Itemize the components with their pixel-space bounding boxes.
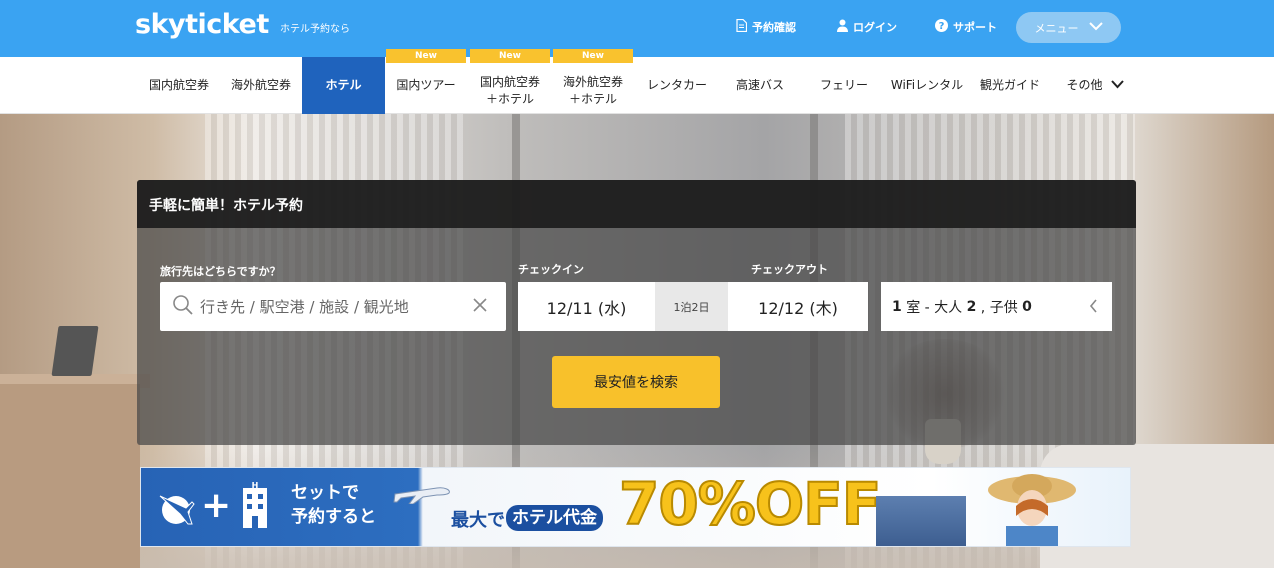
nav-label: ＋ホテル [485, 91, 534, 106]
svg-text:?: ? [939, 21, 945, 32]
reservation-check-label: 予約確認 [752, 21, 796, 34]
nav-guide[interactable]: 観光ガイド [970, 57, 1050, 114]
nav-label: 観光ガイド [979, 78, 1040, 92]
menu-label: メニュー [1034, 21, 1079, 35]
hotel-search-panel: 手軽に簡単！ホテル予約 旅行先はどちらですか？ チェックイン 12/11 (水)… [137, 180, 1136, 445]
rooms-count: 1 [892, 298, 902, 315]
checkin-label: チェックイン [518, 263, 584, 276]
login-link[interactable]: ログイン [837, 19, 897, 35]
children-label: , 子供 [976, 299, 1023, 316]
new-badge: New [470, 49, 550, 63]
support-link[interactable]: ? サポート [935, 19, 997, 35]
chevron-left-icon [1089, 299, 1098, 317]
search-icon [172, 294, 194, 320]
laptop-image [51, 326, 99, 376]
search-panel-header: 手軽に簡単！ホテル予約 [137, 180, 1136, 228]
user-icon [837, 19, 848, 35]
banner-line: 予約すると [291, 507, 376, 527]
nav-highway-bus[interactable]: 高速バス [720, 57, 800, 114]
reservation-check-link[interactable]: 予約確認 [736, 18, 796, 35]
nav-domestic-tour[interactable]: New 国内ツアー [386, 49, 466, 114]
nav-ferry[interactable]: フェリー [804, 57, 884, 114]
banner-building-image [876, 496, 966, 546]
banner-plus: + [201, 485, 232, 526]
destination-label: 旅行先はどちらですか？ [160, 265, 281, 278]
nav-label: レンタカー [646, 78, 707, 92]
nav-wifi[interactable]: WiFiレンタル [887, 57, 967, 114]
nav-label: 国内航空券 [148, 78, 209, 92]
checkin-date-field[interactable]: 12/11 (水) [518, 282, 655, 331]
top-header: skyticket ホテル予約なら 予約確認 ログイン ? サポート メニュー [0, 0, 1274, 57]
nav-label: 海外航空券 [230, 78, 291, 92]
new-badge: New [553, 49, 633, 63]
nav-hotel[interactable]: ホテル [302, 57, 385, 114]
nav-label: ホテル [325, 78, 362, 92]
banner-max-text: 最大で [451, 510, 505, 531]
nav-label: フェリー [819, 78, 868, 92]
banner-discount: 70%OFF [618, 469, 882, 539]
destination-field[interactable] [160, 282, 506, 331]
support-label: サポート [953, 21, 997, 34]
chevron-down-icon [1110, 77, 1124, 94]
destination-input[interactable] [200, 297, 460, 316]
airplane-icon [393, 478, 453, 508]
nav-label: 高速バス [735, 78, 784, 92]
nav-overseas-air[interactable]: 海外航空券 [221, 57, 301, 114]
hotel-building-icon: H [241, 481, 269, 532]
nav-label: WiFiレンタル [890, 78, 964, 92]
document-icon [736, 18, 748, 35]
promo-banner[interactable]: + H セットで 予約すると 最大で ホテル代金 70%OFF [140, 467, 1131, 547]
banner-line: セットで [291, 483, 359, 503]
svg-text:H: H [252, 482, 259, 490]
checkout-date-field[interactable]: 12/12 (木) [728, 282, 868, 331]
rooms-unit-label: 室 - 大人 [901, 299, 967, 316]
checkout-date-value: 12/12 (木) [758, 298, 838, 318]
menu-button[interactable]: メニュー [1016, 12, 1121, 43]
nav-label: 海外航空券 [562, 74, 623, 89]
nav-label: 国内航空券 [479, 74, 540, 89]
search-button[interactable]: 最安値を検索 [552, 356, 720, 408]
tagline: ホテル予約なら [280, 24, 350, 35]
nights-value: 1泊2日 [673, 300, 710, 314]
children-count: 0 [1022, 298, 1032, 315]
new-badge: New [386, 49, 466, 63]
nav-label: ＋ホテル [568, 91, 617, 106]
nav-label: 国内ツアー [396, 78, 456, 92]
login-label: ログイン [853, 21, 897, 34]
checkin-date-value: 12/11 (水) [546, 298, 627, 318]
skyticket-logo[interactable]: skyticket [135, 9, 269, 40]
search-button-label: 最安値を検索 [594, 375, 678, 391]
banner-woman-hat-image [986, 472, 1078, 546]
desk [0, 384, 140, 568]
search-panel-title: 手軽に簡単！ホテル予約 [149, 198, 303, 214]
nav-domestic-air[interactable]: 国内航空券 [140, 57, 218, 114]
nav-rental-car[interactable]: レンタカー [637, 57, 717, 114]
nav-domestic-air-hotel[interactable]: New 国内航空券 ＋ホテル [470, 49, 550, 114]
airplane-globe-icon [156, 488, 196, 532]
chevron-down-icon [1088, 21, 1103, 34]
help-icon: ? [935, 19, 948, 35]
close-icon[interactable] [472, 297, 488, 317]
nav-other[interactable]: その他 [1055, 57, 1135, 114]
checkout-label: チェックアウト [751, 263, 828, 276]
banner-set-text: セットで 予約すると [291, 481, 376, 529]
nav-label: その他 [1066, 78, 1103, 92]
service-nav: 国内航空券 海外航空券 ホテル New 国内ツアー New 国内航空券 ＋ホテル… [0, 49, 1274, 114]
nights-indicator: 1泊2日 [655, 282, 728, 331]
guests-selector[interactable]: 1 室 - 大人 2 , 子供 0 [881, 282, 1112, 331]
nav-overseas-air-hotel[interactable]: New 海外航空券 ＋ホテル [553, 49, 633, 114]
banner-hotel-price: ホテル代金 [506, 505, 603, 531]
adults-count: 2 [966, 298, 977, 315]
